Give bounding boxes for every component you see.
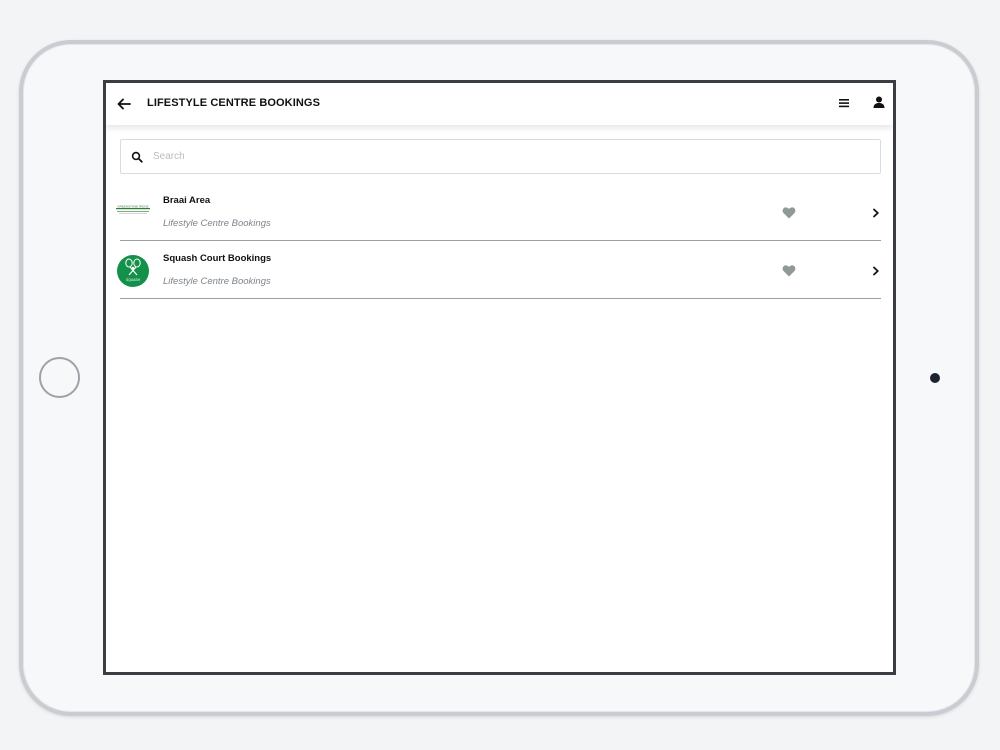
heart-icon[interactable] — [782, 264, 796, 277]
item-title: Squash Court Bookings — [163, 253, 272, 264]
list-item-squash-court-bookings[interactable]: SQUASH Squash Court Bookings Lifestyle C… — [106, 241, 893, 299]
app-screen: LIFESTYLE CENTRE BOOKINGS GREENSTONE RID… — [103, 80, 896, 675]
user-icon[interactable] — [872, 95, 886, 109]
app-header: LIFESTYLE CENTRE BOOKINGS — [106, 83, 893, 125]
bookings-list: GREENSTONE RIDGE Braai Area Lifestyle Ce… — [106, 183, 893, 299]
greenstone-ridge-logo: GREENSTONE RIDGE — [116, 204, 150, 214]
search-input[interactable] — [149, 140, 869, 173]
chevron-right-icon — [873, 208, 879, 218]
search-box — [120, 139, 881, 174]
arrow-left-icon[interactable] — [116, 96, 132, 112]
item-subtitle: Lifestyle Centre Bookings — [163, 276, 271, 287]
heart-icon[interactable] — [782, 206, 796, 219]
divider — [120, 298, 881, 299]
chevron-right-icon — [873, 266, 879, 276]
home-button[interactable] — [39, 357, 80, 398]
camera-icon — [930, 373, 940, 383]
hamburger-menu-icon[interactable] — [837, 96, 851, 110]
squash-logo: SQUASH — [117, 255, 149, 287]
item-subtitle: Lifestyle Centre Bookings — [163, 218, 271, 229]
search-icon — [131, 151, 143, 163]
svg-text:GREENSTONE RIDGE: GREENSTONE RIDGE — [117, 204, 148, 208]
svg-text:SQUASH: SQUASH — [126, 278, 141, 282]
item-title: Braai Area — [163, 195, 211, 206]
page-title: LIFESTYLE CENTRE BOOKINGS — [147, 97, 321, 109]
list-item-braai-area[interactable]: GREENSTONE RIDGE Braai Area Lifestyle Ce… — [106, 183, 893, 241]
